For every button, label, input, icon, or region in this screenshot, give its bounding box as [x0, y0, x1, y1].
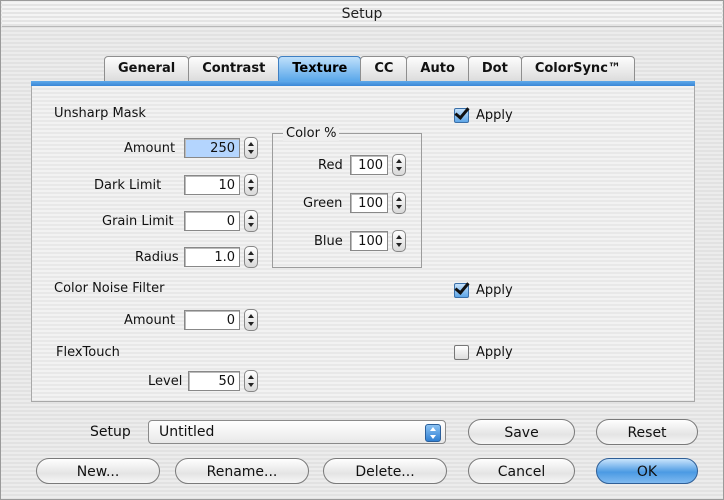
tab-general[interactable]: General [104, 56, 190, 81]
rename-button[interactable]: Rename... [175, 458, 309, 484]
setup-label: Setup [90, 424, 131, 440]
grain-limit-stepper[interactable] [244, 210, 258, 232]
stepper-up-icon [396, 197, 402, 201]
blue-stepper[interactable] [392, 230, 406, 252]
amount-label: Amount [124, 141, 176, 156]
radius-field[interactable]: 1.0 [184, 247, 240, 267]
stepper-down-icon [248, 223, 254, 227]
noise-amount-field[interactable]: 0 [184, 310, 240, 330]
reset-button[interactable]: Reset [596, 419, 698, 445]
delete-button[interactable]: Delete... [323, 458, 447, 484]
radius-stepper[interactable] [244, 246, 258, 268]
unsharp-apply-label: Apply [476, 108, 513, 123]
flextouch-heading: FlexTouch [56, 345, 120, 360]
tab-auto[interactable]: Auto [406, 56, 469, 81]
dark-limit-field[interactable]: 10 [184, 175, 240, 195]
window-title: Setup [2, 2, 722, 27]
stepper-up-icon [248, 179, 254, 183]
grain-limit-label: Grain Limit [102, 214, 174, 229]
texture-panel: Unsharp Mask Amount 250 Dark Limit 10 Gr… [31, 86, 695, 402]
stepper-up-icon [248, 251, 254, 255]
green-label: Green [303, 196, 343, 211]
amount-field[interactable]: 250 [184, 138, 240, 158]
amount-stepper[interactable] [244, 137, 258, 159]
ok-button[interactable]: OK [596, 458, 698, 484]
stepper-down-icon [248, 383, 254, 387]
red-stepper[interactable] [392, 154, 406, 176]
setup-popup[interactable]: Untitled [148, 420, 446, 444]
dark-limit-label: Dark Limit [94, 178, 162, 193]
color-percent-title: Color % [283, 126, 340, 141]
stepper-down-icon [248, 150, 254, 154]
checkmark-icon [454, 104, 470, 120]
stepper-up-icon [248, 215, 254, 219]
color-noise-apply-label: Apply [476, 283, 513, 298]
stepper-down-icon [248, 259, 254, 263]
stepper-up-icon [396, 159, 402, 163]
stepper-down-icon [396, 243, 402, 247]
popup-arrows-icon [425, 424, 441, 442]
setup-popup-value: Untitled [159, 424, 215, 440]
unsharp-mask-heading: Unsharp Mask [54, 106, 146, 121]
blue-field[interactable]: 100 [350, 231, 388, 251]
color-noise-filter-heading: Color Noise Filter [54, 281, 165, 296]
tab-dot[interactable]: Dot [467, 56, 522, 81]
stepper-up-icon [248, 375, 254, 379]
tab-contrast[interactable]: Contrast [188, 56, 280, 81]
level-field[interactable]: 50 [188, 371, 240, 391]
green-stepper[interactable] [392, 192, 406, 214]
blue-label: Blue [314, 234, 343, 249]
stepper-down-icon [396, 205, 402, 209]
stepper-down-icon [248, 187, 254, 191]
tab-cc[interactable]: CC [360, 56, 408, 81]
unsharp-apply-checkbox[interactable] [454, 104, 470, 123]
new-button[interactable]: New... [36, 458, 160, 484]
cancel-button[interactable]: Cancel [468, 458, 575, 484]
red-label: Red [318, 158, 343, 173]
flextouch-apply-label: Apply [476, 345, 513, 360]
tab-texture[interactable]: Texture [278, 56, 362, 81]
stepper-down-icon [248, 322, 254, 326]
level-label: Level [148, 374, 183, 389]
green-field[interactable]: 100 [350, 193, 388, 213]
stepper-down-icon [396, 167, 402, 171]
level-stepper[interactable] [244, 370, 258, 392]
grain-limit-field[interactable]: 0 [184, 211, 240, 231]
dark-limit-stepper[interactable] [244, 174, 258, 196]
checkmark-icon [454, 279, 470, 295]
red-field[interactable]: 100 [350, 155, 388, 175]
tab-bar: General Contrast Texture CC Auto Dot Col… [104, 56, 635, 81]
noise-amount-label: Amount [124, 313, 176, 328]
color-noise-apply-checkbox[interactable] [454, 279, 470, 298]
setup-window: Setup General Contrast Texture CC Auto D… [0, 0, 724, 500]
radius-label: Radius [135, 250, 179, 265]
stepper-up-icon [248, 142, 254, 146]
stepper-up-icon [396, 235, 402, 239]
stepper-up-icon [248, 314, 254, 318]
flextouch-apply-checkbox[interactable] [454, 345, 469, 360]
tab-colorsync[interactable]: ColorSync™ [520, 56, 635, 81]
noise-amount-stepper[interactable] [244, 309, 258, 331]
save-button[interactable]: Save [468, 419, 575, 445]
